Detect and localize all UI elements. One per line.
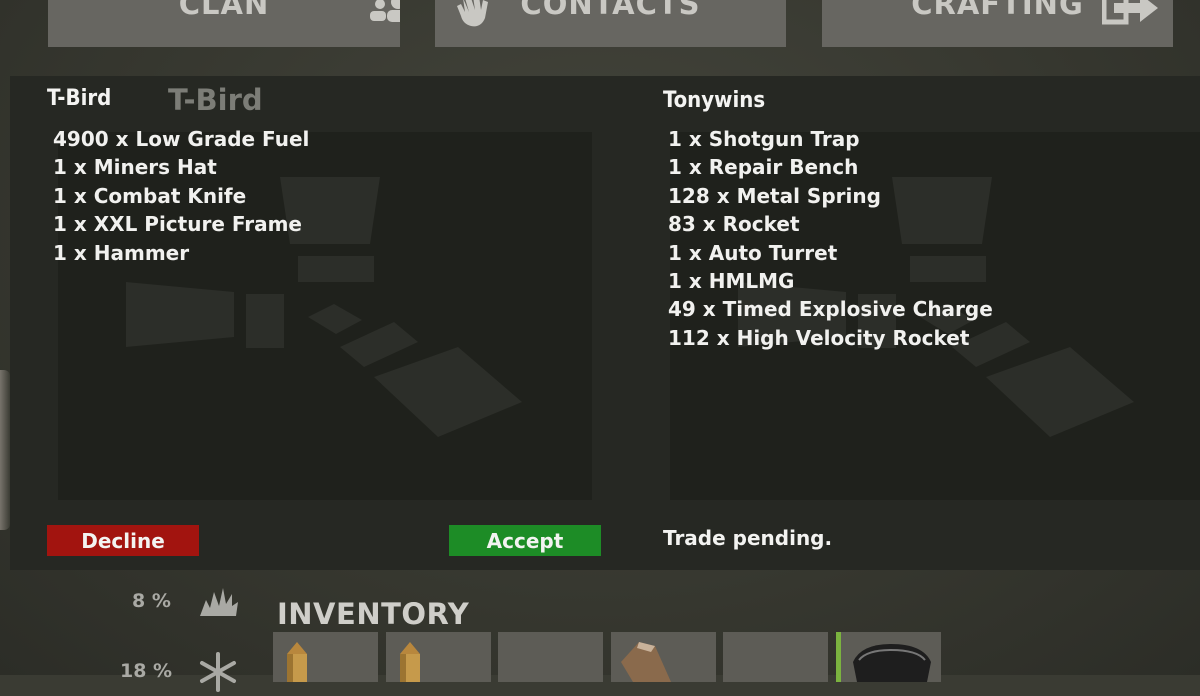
trade-status: Trade pending. [663,526,833,550]
right-trader-name: Tonywins [663,88,766,113]
group-icon [368,0,400,33]
decline-button[interactable]: Decline [47,525,199,556]
inventory-title: INVENTORY [277,597,470,631]
list-item: 112 x High Velocity Rocket [668,325,970,350]
list-item: 1 x Hammer [53,240,190,265]
list-item: 1 x Miners Hat [53,155,217,180]
tab-crafting-label: CRAFTING [911,0,1084,21]
tab-clan[interactable]: CLAN [48,0,400,47]
list-item: 1 x XXL Picture Frame [53,212,302,237]
snowflake-icon [198,652,238,696]
wave-hand-icon [455,0,499,37]
tab-contacts[interactable]: CONTACTS [435,0,786,47]
list-item: 1 x Shotgun Trap [668,127,860,151]
list-item: 1 x Auto Turret [668,240,838,265]
tab-clan-label: CLAN [178,0,270,21]
list-item: 1 x Combat Knife [53,183,247,208]
trade-panel: T-Bird T-Bird 4900 x Low Grade Fuel 1 x … [10,76,1200,570]
accept-button[interactable]: Accept [449,525,601,556]
player-arm-edge [0,370,10,530]
stat-explosion-value: 8 % [132,590,171,612]
left-trader-name: T-Bird [47,86,112,111]
left-item-list: 4900 x Low Grade Fuel 1 x Miners Hat 1 x… [53,125,309,267]
exit-arrow-icon [1101,0,1162,33]
list-item: 1 x Repair Bench [668,155,859,180]
explosion-icon [198,586,240,622]
tab-contacts-label: CONTACTS [520,0,701,21]
list-item: 1 x HMLMG [668,269,795,294]
right-item-list: 1 x Shotgun Trap 1 x Repair Bench 128 x … [668,125,993,352]
list-item: 128 x Metal Spring [668,183,881,208]
list-item: 4900 x Low Grade Fuel [53,127,310,151]
list-item: 49 x Timed Explosive Charge [668,297,993,322]
list-item: 83 x Rocket [668,212,800,237]
tab-crafting[interactable]: CRAFTING [822,0,1173,47]
stat-cold-value: 18 % [120,660,173,682]
left-trader-ghost-name: T-Bird [168,83,263,117]
